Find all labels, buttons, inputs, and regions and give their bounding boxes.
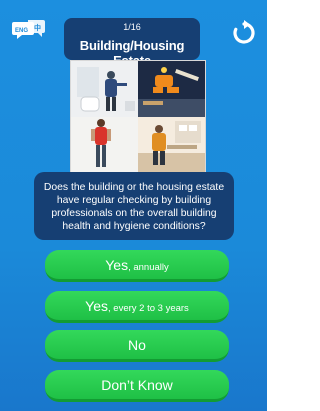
answer-label: Yes xyxy=(85,298,109,314)
restart-icon xyxy=(233,20,255,44)
answer-sublabel: , annually xyxy=(128,262,169,273)
language-label: ENG xyxy=(15,28,28,34)
svg-text:中: 中 xyxy=(34,23,41,32)
restart-button[interactable] xyxy=(231,20,257,46)
question-progress: 1/16 xyxy=(123,22,141,32)
answer-sublabel: , every 2 to 3 years xyxy=(108,303,189,314)
answer-yes-annually-button[interactable]: Yes, annually xyxy=(45,250,229,282)
language-switch-button[interactable]: 中 ENG xyxy=(12,18,46,46)
question-header: 1/16 Building/Housing Estate xyxy=(64,18,200,68)
building-inspection-illustration xyxy=(70,60,206,174)
answer-label: No xyxy=(128,337,146,353)
answer-dont-know-button[interactable]: Don’t Know xyxy=(45,370,229,402)
answer-label: Yes xyxy=(105,257,129,273)
answer-yes-every-2-to-3-years-button[interactable]: Yes, every 2 to 3 years xyxy=(45,291,229,323)
quiz-screen: 中 ENG 1/16 Building/Housing Estate xyxy=(0,0,267,411)
language-switch-icon: 中 ENG xyxy=(12,20,45,39)
answer-no-button[interactable]: No xyxy=(45,330,229,362)
answer-label: Don’t Know xyxy=(101,377,173,393)
question-text: Does the building or the housing estate … xyxy=(34,172,234,240)
